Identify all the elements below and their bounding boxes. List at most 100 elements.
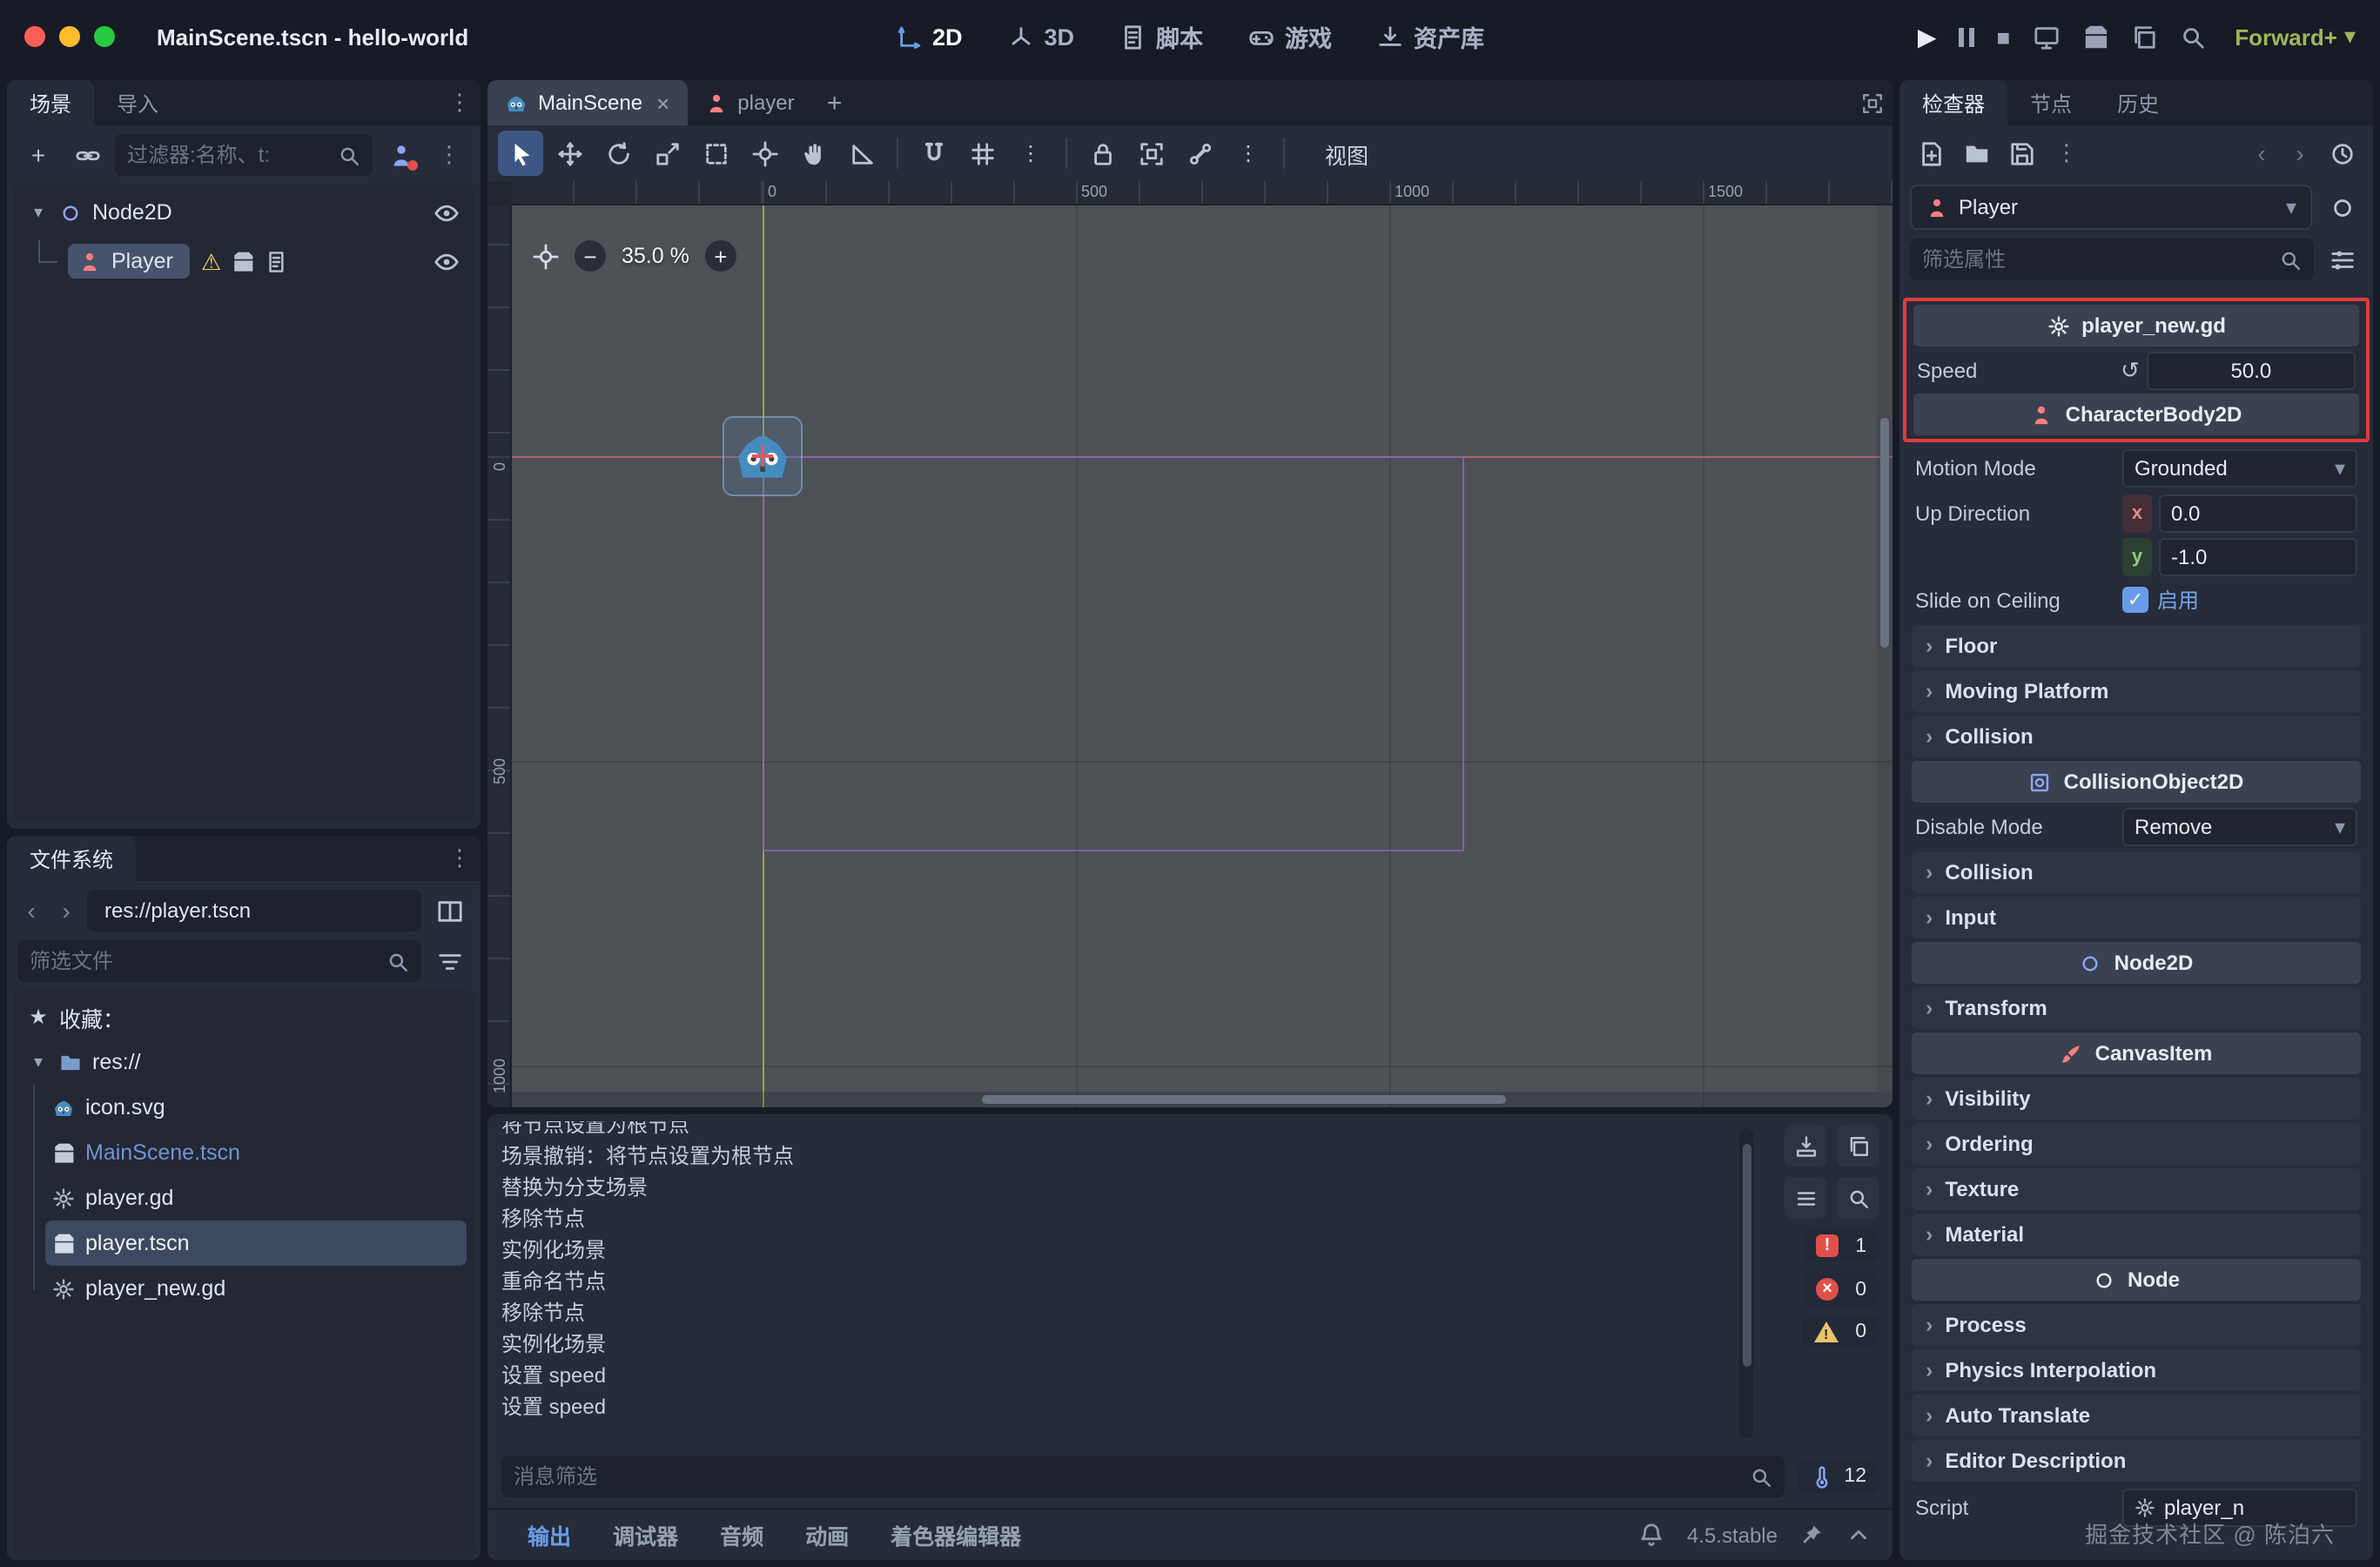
scene-tab-mainscene[interactable]: MainScene × [487, 80, 687, 125]
message-count-badge[interactable]: 12 [1798, 1460, 1879, 1493]
motion-mode-dropdown[interactable]: Grounded ▾ [2122, 448, 2357, 487]
section-player-new-gd[interactable]: player_new.gd [1913, 305, 2359, 346]
fold-collision-2[interactable]: ›Collision [1912, 851, 2361, 893]
search-log-button[interactable] [1837, 1177, 1879, 1219]
tab-node[interactable]: 节点 [2007, 80, 2094, 125]
node-options-button[interactable] [2321, 186, 2363, 228]
attached-script-icon[interactable] [265, 250, 287, 272]
section-node[interactable]: Node [1912, 1259, 2361, 1301]
message-filter-input[interactable] [514, 1464, 1739, 1489]
scene-filter[interactable] [115, 134, 373, 176]
history-back-icon[interactable]: ‹ [2244, 139, 2279, 167]
distraction-free-icon[interactable] [1851, 80, 1893, 125]
play-button[interactable]: ▶ [1918, 24, 1937, 49]
scale-tool-button[interactable] [644, 131, 689, 176]
fold-texture[interactable]: ›Texture [1912, 1168, 2361, 1210]
tab-script[interactable]: 脚本 [1106, 12, 1217, 61]
disable-mode-dropdown[interactable]: Remove ▾ [2122, 807, 2357, 845]
vertical-scrollbar[interactable] [1877, 205, 1893, 1092]
file-row-player-tscn[interactable]: player.tscn [45, 1221, 467, 1266]
run-zoom-icon[interactable] [2179, 24, 2205, 50]
collapse-icon[interactable]: ▾ [28, 203, 49, 222]
pause-button[interactable] [1959, 27, 1973, 46]
fold-collision[interactable]: ›Collision [1912, 716, 2361, 757]
notifications-bell-icon[interactable] [1638, 1522, 1664, 1548]
message-filter[interactable] [501, 1456, 1785, 1497]
scene-instance-icon[interactable] [232, 250, 254, 272]
scene-tree-menu-icon[interactable]: ⋮ [428, 141, 470, 169]
visibility-eye-icon[interactable] [434, 199, 460, 225]
view-menu-button[interactable]: 视图 [1308, 132, 1386, 174]
section-canvasitem[interactable]: CanvasItem [1912, 1032, 2361, 1074]
filter-node-type-button[interactable] [380, 134, 421, 176]
move-tool-button[interactable] [547, 131, 592, 176]
scrollbar-thumb[interactable] [981, 1095, 1506, 1104]
file-row-player-new-gd[interactable]: player_new.gd [45, 1266, 467, 1311]
filesystem-menu-icon[interactable]: ⋮ [439, 836, 481, 881]
split-view-button[interactable] [428, 890, 470, 931]
center-view-button[interactable] [533, 243, 559, 269]
snap-options-menu[interactable]: ⋮ [1008, 131, 1053, 176]
visibility-eye-icon[interactable] [434, 248, 460, 274]
tab-assetlib[interactable]: 资产库 [1363, 12, 1498, 61]
up-direction-y-field[interactable]: -1.0 [2159, 538, 2357, 576]
zoom-level[interactable]: 35.0 % [622, 244, 689, 268]
speed-value-field[interactable]: 50.0 [2147, 351, 2356, 389]
remote-debug-icon[interactable] [2033, 24, 2059, 50]
ruler-tool-button[interactable] [839, 131, 884, 176]
file-row-player-gd[interactable]: player.gd [45, 1175, 467, 1221]
version-label[interactable]: 4.5.stable [1687, 1523, 1778, 1547]
fold-ordering[interactable]: ›Ordering [1912, 1123, 2361, 1165]
rotate-tool-button[interactable] [595, 131, 641, 176]
file-row-icon-svg[interactable]: icon.svg [45, 1085, 467, 1130]
canvas-2d[interactable]: − 35.0 % + [512, 205, 1893, 1107]
new-scene-tab-button[interactable]: + [812, 80, 857, 125]
history-list-button[interactable] [2321, 132, 2363, 174]
select-tool-button[interactable] [498, 131, 543, 176]
pivot-tool-button[interactable] [742, 131, 787, 176]
bottom-tab-audio[interactable]: 音频 [701, 1510, 783, 1560]
error-filter-badge[interactable]: ! 1 [1804, 1229, 1879, 1262]
stop-button[interactable]: ■ [1996, 25, 2010, 48]
file-filter[interactable] [17, 940, 421, 982]
history-forward-icon[interactable]: › [2283, 139, 2317, 167]
collapse-icon[interactable]: ▾ [28, 1053, 49, 1072]
fold-transform[interactable]: ›Transform [1912, 987, 2361, 1029]
renderer-selector[interactable]: Forward+ ▾ [2235, 23, 2356, 50]
property-filter[interactable] [1910, 239, 2314, 280]
pan-tool-button[interactable] [790, 131, 836, 176]
section-characterbody2d[interactable]: CharacterBody2D [1913, 393, 2359, 435]
fold-process[interactable]: ›Process [1912, 1304, 2361, 1346]
file-row-mainscene[interactable]: MainScene.tscn [45, 1130, 467, 1175]
scrollbar-thumb[interactable] [1880, 418, 1889, 649]
tab-filesystem[interactable]: 文件系统 [7, 836, 136, 881]
fold-editor-description[interactable]: ›Editor Description [1912, 1440, 2361, 1482]
close-window-button[interactable] [24, 26, 45, 47]
tab-2d[interactable]: 2D [882, 12, 977, 61]
node-selector[interactable]: Player ▾ [1910, 185, 2312, 230]
zoom-in-button[interactable]: + [705, 240, 736, 272]
section-node2d[interactable]: Node2D [1912, 942, 2361, 984]
pin-panel-icon[interactable] [1800, 1523, 1823, 1546]
expand-panel-icon[interactable] [1846, 1522, 1872, 1548]
collapse-duplicates-button[interactable] [1785, 1177, 1826, 1219]
tab-game[interactable]: 游戏 [1234, 12, 1346, 61]
tab-scene[interactable]: 场景 [7, 80, 94, 125]
tab-import[interactable]: 导入 [94, 80, 181, 125]
grid-snap-button[interactable] [959, 131, 1005, 176]
add-node-button[interactable]: + [17, 134, 59, 176]
up-direction-x-field[interactable]: 0.0 [2159, 494, 2357, 533]
maximize-window-button[interactable] [94, 26, 115, 47]
run-scene-icon[interactable] [2130, 24, 2156, 50]
sort-files-button[interactable] [428, 940, 470, 982]
fold-physics-interpolation[interactable]: ›Physics Interpolation [1912, 1349, 2361, 1391]
new-resource-button[interactable] [1910, 132, 1952, 174]
ruler-top[interactable]: 0 500 1000 1500 [512, 181, 1893, 205]
instantiate-scene-button[interactable] [66, 134, 108, 176]
scene-tab-player[interactable]: player [687, 80, 811, 125]
save-resource-button[interactable] [2000, 132, 2042, 174]
bottom-tab-shader-editor[interactable]: 着色器编辑器 [871, 1510, 1040, 1560]
current-path-field[interactable] [87, 890, 421, 931]
filter-options-button[interactable] [2321, 239, 2363, 280]
skeleton-menu[interactable]: ⋮ [1226, 131, 1271, 176]
